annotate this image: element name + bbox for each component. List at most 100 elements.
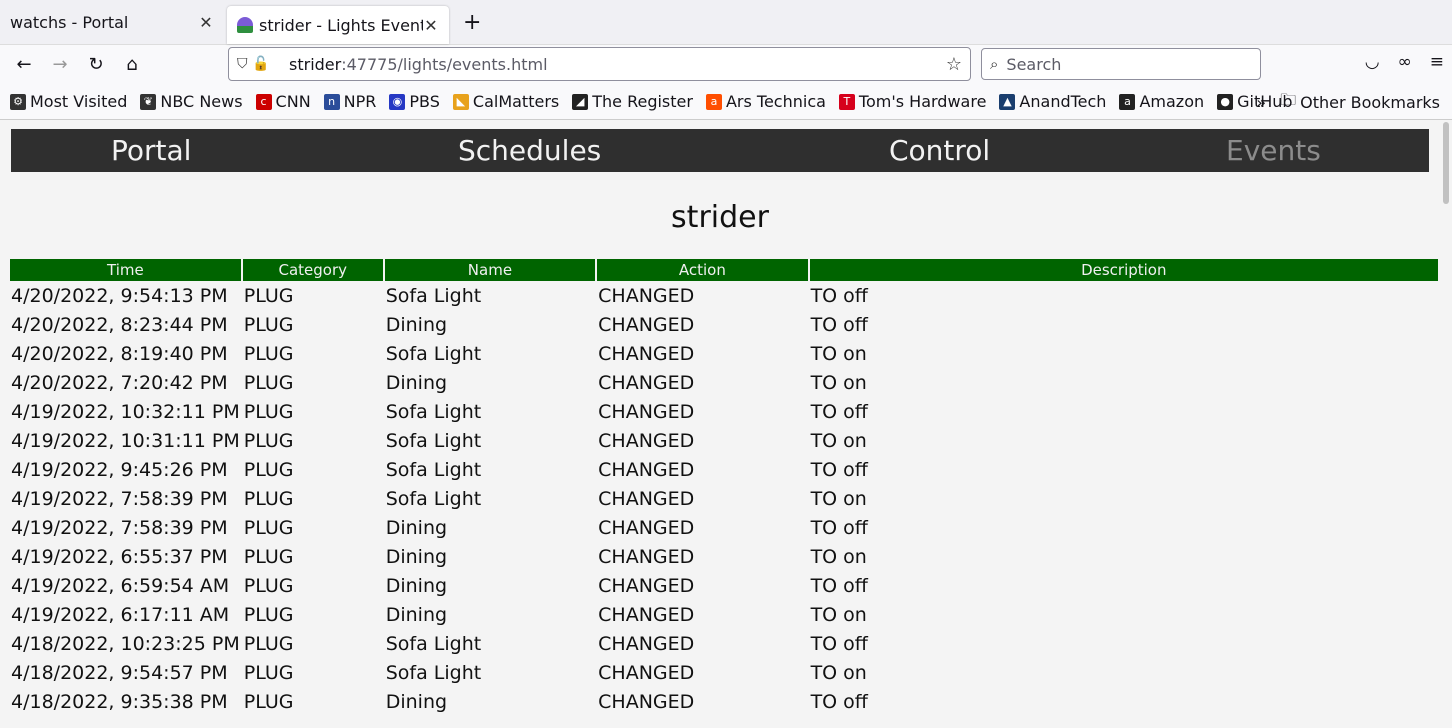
header-action: Action [597,259,808,281]
cell-category: PLUG [243,313,294,336]
cell-name: Sofa Light [385,661,482,684]
bookmark-calmatters[interactable]: ◣ CalMatters [452,92,559,111]
bookmark-cnn[interactable]: c CNN [255,92,311,111]
back-icon[interactable]: ← [6,54,42,75]
tab-strip: watchs - Portal ✕ strider - Lights Event… [0,0,1452,44]
bookmarks-toolbar: ⚙ Most Visited ❦ NBC News c CNN n NPR ◉ PBS ◣ CalMa… [0,84,1452,120]
search-icon: ⌕ [990,55,999,73]
bookmark-gear[interactable]: ⚙ Most Visited [10,92,127,111]
reload-icon[interactable]: ↻ [78,54,114,75]
header-category: Category [242,259,383,281]
close-icon[interactable]: ✕ [423,16,439,35]
other-bookmarks-button[interactable]: 🗀 Other Bookmarks [1280,89,1440,116]
cell-time: 4/19/2022, 6:17:11 AM [11,603,230,626]
bookmark-label: Amazon [1139,92,1205,111]
cell-name: Dining [385,545,448,568]
menu-icon[interactable]: ≡ [1430,52,1444,72]
github-icon: ● [1217,93,1234,110]
cell-time: 4/20/2022, 8:23:44 PM [11,313,228,336]
cell-time: 4/19/2022, 7:58:39 PM [11,487,228,510]
folder-icon: 🗀 [1280,89,1297,109]
bookmark-label: NBC News [160,92,243,111]
cell-time: 4/19/2022, 10:31:11 PM [11,429,240,452]
cell-category: PLUG [243,400,294,423]
toolbar-right: ◡ ∞ ≡ [1365,52,1444,72]
pbs-icon: ◉ [389,93,406,110]
close-icon[interactable]: ✕ [198,13,214,32]
nav-schedules[interactable]: Schedules [458,134,601,167]
cell-description: TO on [810,545,867,568]
bookmark-label: CNN [275,92,311,111]
bookmark-label: Tom's Hardware [858,92,987,111]
other-bookmarks-label: Other Bookmarks [1300,92,1440,112]
register-icon: ◢ [572,93,589,110]
table-row: 4/19/2022, 10:32:11 PM PLUG Sofa Light CHAN… [10,397,1438,426]
cell-name: Sofa Light [385,342,482,365]
cell-description: TO on [810,661,867,684]
bookmark-amazon[interactable]: a Amazon [1119,92,1204,111]
search-input[interactable]: ⌕ Search [981,48,1261,80]
favicon-icon [237,17,253,33]
cell-name: Dining [385,516,448,539]
cell-action: CHANGED [598,603,695,626]
bookmark-npr[interactable]: n NPR [323,92,377,111]
nav-events[interactable]: Events [1226,134,1321,167]
shield-icon[interactable]: ⛉ 🔓 [237,56,289,72]
bookmark-label: Ars Technica [725,92,826,111]
bookmark-label: AnandTech [1019,92,1107,111]
pocket-icon[interactable]: ◡ [1365,52,1380,72]
gear-icon: ⚙ [10,93,26,110]
table-row: 4/19/2022, 9:45:26 PM PLUG Sofa Light CHANG… [10,455,1438,484]
forward-icon[interactable]: → [42,54,78,75]
bookmark-label: Most Visited [30,92,128,111]
cell-description: TO off [810,516,868,539]
bookmark-pbs[interactable]: ◉ PBS [389,92,440,111]
cell-action: CHANGED [598,313,695,336]
extensions-icon[interactable]: ∞ [1398,52,1412,72]
cell-time: 4/18/2022, 9:35:38 PM [11,690,228,713]
url-host: strider [289,54,342,74]
scrollbar[interactable] [1440,120,1452,728]
cell-action: CHANGED [598,690,695,713]
chevron-double-right-icon[interactable]: » [1256,93,1266,112]
amazon-icon: a [1119,93,1136,110]
bookmark-register[interactable]: ◢ The Register [572,92,693,111]
url-bar[interactable]: ⛉ 🔓 strider:47775/lights/events.html ☆ [228,47,971,81]
cell-time: 4/20/2022, 9:54:13 PM [11,284,228,307]
cell-description: TO on [810,342,867,365]
cell-description: TO off [810,574,868,597]
tab-watchs-portal[interactable]: watchs - Portal ✕ [0,0,224,44]
cell-name: Dining [385,574,448,597]
home-icon[interactable]: ⌂ [114,54,150,75]
table-row: 4/19/2022, 7:58:39 PM PLUG Dining CHANGED TO… [10,513,1438,542]
cell-time: 4/19/2022, 9:45:26 PM [11,458,228,481]
bookmark-peacock[interactable]: ❦ NBC News [140,92,243,111]
bookmark-star-icon[interactable]: ☆ [946,54,962,75]
bookmark-ars[interactable]: a Ars Technica [705,92,826,111]
bookmark-label: NPR [343,92,377,111]
nav-control[interactable]: Control [889,134,990,167]
cnn-icon: c [255,93,272,110]
bookmark-toms[interactable]: T Tom's Hardware [838,92,987,111]
tab-strider-lights-events[interactable]: strider - Lights Events ✕ [227,6,449,44]
cell-category: PLUG [243,632,294,655]
new-tab-button[interactable]: + [449,0,495,44]
table-row: 4/18/2022, 9:54:57 PM PLUG Sofa Light CHANG… [10,658,1438,687]
cell-description: TO off [810,690,868,713]
nav-portal[interactable]: Portal [111,134,191,167]
scrollbar-thumb[interactable] [1443,122,1449,204]
cell-action: CHANGED [598,516,695,539]
cell-description: TO on [810,487,867,510]
table-row: 4/20/2022, 7:20:42 PM PLUG Dining CHANGED TO… [10,368,1438,397]
table-row: 4/19/2022, 10:31:11 PM PLUG Sofa Light CHAN… [10,426,1438,455]
cell-category: PLUG [243,371,294,394]
cell-time: 4/19/2022, 6:59:54 AM [11,574,230,597]
cell-description: TO off [810,458,868,481]
cell-name: Sofa Light [385,284,482,307]
cell-action: CHANGED [598,400,695,423]
cell-description: TO off [810,313,868,336]
cell-description: TO off [810,632,868,655]
bookmark-anandtech[interactable]: ▲ AnandTech [999,92,1106,111]
cell-action: CHANGED [598,429,695,452]
bookmark-label: PBS [409,92,440,111]
